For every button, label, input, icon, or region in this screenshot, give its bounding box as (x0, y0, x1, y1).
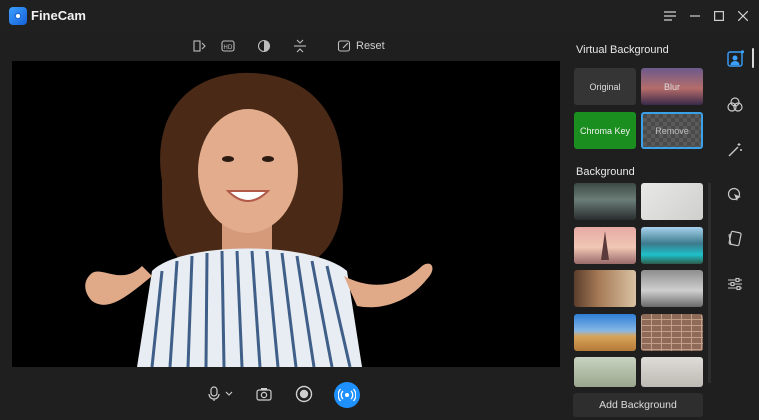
menu-icon[interactable] (660, 6, 680, 26)
app-title: FineCam (31, 8, 86, 23)
vb-option-remove[interactable]: Remove (641, 112, 703, 149)
background-thumbnail[interactable] (641, 357, 703, 387)
finecam-logo-icon (9, 7, 27, 25)
reset-button[interactable]: Reset (356, 40, 385, 52)
broadcast-button[interactable] (334, 382, 360, 408)
background-thumbnail[interactable] (641, 314, 703, 351)
filters-icon[interactable] (724, 94, 746, 116)
camera-preview (12, 61, 560, 367)
contrast-icon[interactable] (254, 36, 274, 56)
background-thumbnail[interactable] (641, 183, 703, 220)
adjustments-icon[interactable] (724, 273, 746, 295)
title-bar: FineCam (0, 0, 759, 32)
minimize-icon[interactable] (685, 6, 705, 26)
svg-text:HD: HD (223, 44, 233, 51)
virtual-background-tab-icon[interactable] (724, 48, 746, 70)
background-scrollbar[interactable] (708, 183, 711, 383)
background-thumbnail[interactable] (574, 270, 636, 307)
hd-icon[interactable]: HD (218, 36, 238, 56)
maximize-icon[interactable] (709, 6, 729, 26)
record-icon[interactable] (292, 382, 316, 406)
broadcast-icon (338, 388, 356, 402)
background-thumbnail[interactable] (641, 227, 703, 264)
magic-wand-icon[interactable] (724, 139, 746, 161)
vb-option-chroma-key[interactable]: Chroma Key (574, 112, 636, 149)
background-thumbnail[interactable] (641, 270, 703, 307)
background-thumbnail[interactable] (574, 314, 636, 351)
close-icon[interactable] (733, 6, 753, 26)
background-thumbnail[interactable] (574, 183, 636, 220)
background-title: Background (576, 166, 635, 178)
reset-icon[interactable] (334, 36, 354, 56)
vb-option-original[interactable]: Original (574, 68, 636, 105)
pointer-effect-icon[interactable] (724, 184, 746, 206)
sticker-icon[interactable] (724, 228, 746, 250)
mirror-icon[interactable] (190, 36, 210, 56)
chevron-down-icon[interactable] (222, 382, 236, 406)
active-tab-indicator (752, 48, 754, 68)
background-thumbnail[interactable] (574, 227, 636, 264)
virtual-background-title: Virtual Background (576, 44, 669, 56)
camera-snapshot-icon[interactable] (252, 382, 276, 406)
flip-vertical-icon[interactable] (290, 36, 310, 56)
background-thumbnail[interactable] (574, 357, 636, 387)
add-background-button[interactable]: Add Background (573, 393, 703, 417)
vb-option-blur[interactable]: Blur (641, 68, 703, 105)
